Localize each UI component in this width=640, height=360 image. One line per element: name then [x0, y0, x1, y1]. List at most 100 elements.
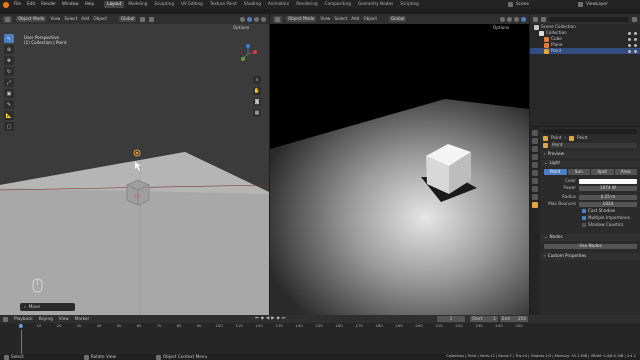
wireframe-shading-icon[interactable]	[240, 16, 245, 22]
wireframe-shading-icon-right[interactable]	[500, 16, 505, 22]
timeline-menu-keying[interactable]: Keying	[39, 316, 53, 321]
snap-icon[interactable]	[140, 16, 146, 22]
scale-tool-icon[interactable]: ⤢	[4, 78, 14, 87]
funnel-icon[interactable]	[632, 16, 637, 22]
proportional-icon[interactable]	[149, 16, 155, 22]
render-camera-icon[interactable]	[634, 31, 637, 35]
render-camera-icon[interactable]	[634, 37, 637, 41]
last-operator-panel[interactable]: › Move	[20, 303, 75, 311]
properties-search-input[interactable]	[543, 128, 637, 134]
workspace-tab-modeling[interactable]: Modeling	[125, 1, 150, 7]
render-camera-icon[interactable]	[634, 43, 637, 47]
material-shading-icon-right[interactable]	[514, 16, 519, 22]
viewport-right-menu-add[interactable]: Add	[351, 16, 359, 21]
viewport-left-menu-select[interactable]: Select	[64, 16, 77, 21]
menu-help[interactable]: Help	[85, 2, 95, 6]
mode-selector-right[interactable]: Object Mode	[286, 15, 317, 23]
editor-type-button-right[interactable]	[273, 15, 282, 23]
light-type-area[interactable]: Area	[614, 169, 637, 175]
rendered-shading-icon-right[interactable]	[521, 16, 526, 22]
workspace-tab-shading[interactable]: Shading	[241, 1, 264, 7]
jump-start-icon[interactable]: ⏮	[255, 315, 259, 320]
workspace-tab-animation[interactable]: Animation	[265, 1, 292, 7]
light-type-spot[interactable]: Spot	[591, 169, 614, 175]
viewport-left-menu-view[interactable]: View	[50, 16, 60, 21]
viewport-left-menu-add[interactable]: Add	[81, 16, 89, 21]
cursor-tool-icon[interactable]: ⊕	[4, 45, 14, 54]
solid-shading-icon[interactable]	[247, 16, 252, 22]
viewport-right-menu-view[interactable]: View	[320, 16, 330, 21]
visibility-eye-icon[interactable]	[628, 31, 631, 35]
camera-view-icon[interactable]: ◙	[253, 98, 261, 106]
scene-tab-icon[interactable]	[532, 162, 538, 168]
object-tab-icon[interactable]	[532, 178, 538, 184]
visibility-eye-icon[interactable]	[628, 49, 631, 53]
max-bounces-field[interactable]: 1024	[579, 201, 637, 207]
annotate-tool-icon[interactable]: ✎	[4, 100, 14, 109]
power-field[interactable]: 1074 W	[579, 185, 637, 191]
end-frame-field[interactable]: End 250	[500, 316, 528, 322]
start-frame-field[interactable]: Start 1	[470, 316, 498, 322]
pan-hand-icon[interactable]: ✋	[253, 87, 261, 95]
timeline-menu-marker[interactable]: Marker	[75, 316, 89, 321]
scene-selector[interactable]: Scene	[508, 2, 529, 7]
output-tab-icon[interactable]	[532, 146, 538, 152]
shadow-caustics-row[interactable]: Shadow Caustics	[541, 222, 640, 228]
zoom-icon[interactable]: ⌕	[253, 76, 261, 84]
viewport-right-options[interactable]: Options	[493, 25, 509, 30]
workspace-tab-geometry-nodes[interactable]: Geometry Nodes	[355, 1, 396, 7]
tool-tab-icon[interactable]	[532, 130, 538, 136]
multiple-importance-checkbox[interactable]	[582, 216, 586, 220]
visibility-eye-icon[interactable]	[628, 43, 631, 47]
cast-shadow-checkbox[interactable]	[582, 209, 586, 213]
workspace-tab-layout[interactable]: Layout	[104, 1, 125, 8]
physics-tab-icon[interactable]	[532, 186, 538, 192]
light-type-point[interactable]: Point	[544, 169, 567, 175]
custom-properties-header[interactable]: › Custom Properties	[541, 253, 640, 260]
move-tool-icon[interactable]: ✥	[4, 56, 14, 65]
rendered-shading-icon[interactable]	[261, 16, 266, 22]
viewport-rendered[interactable]: Object Mode View Select Add Object Global O…	[270, 14, 529, 315]
play-reverse-icon[interactable]: ◀	[266, 315, 269, 320]
viewport-solid[interactable]: Object Mode View Select Add Object Global O…	[0, 14, 269, 315]
timeline-menu-playback[interactable]: Playback	[14, 316, 33, 321]
render-tab-icon[interactable]	[532, 138, 538, 144]
light-datablock-field[interactable]: Point	[550, 143, 637, 148]
viewport-right-menu-select[interactable]: Select	[334, 16, 347, 21]
timeline-editor-icon[interactable]	[3, 316, 8, 322]
cube-wireframe[interactable]	[126, 179, 150, 206]
visibility-eye-icon[interactable]	[628, 37, 631, 41]
outliner-search-input[interactable]	[549, 16, 629, 22]
rotate-tool-icon[interactable]: ↻	[4, 67, 14, 76]
outliner-editor-icon[interactable]	[533, 16, 538, 22]
cast-shadow-row[interactable]: Cast Shadow	[541, 208, 640, 214]
select-tool-icon[interactable]: ↖	[4, 34, 14, 43]
prev-key-icon[interactable]: ◆	[261, 315, 264, 320]
blender-logo-icon[interactable]	[3, 1, 9, 8]
transform-orientation-right[interactable]: Global	[389, 15, 407, 23]
viewport-right-menu-object[interactable]: Object	[363, 16, 377, 21]
workspace-tab-sculpting[interactable]: Sculpting	[151, 1, 177, 7]
frame-ruler[interactable]: 1 10 20 30 40 50 60 70 80 90 100 110 120 130 140 150 160…	[0, 324, 528, 330]
menu-edit[interactable]: Edit	[27, 2, 35, 6]
menu-render[interactable]: Render	[41, 2, 56, 6]
workspace-tab-uv-editing[interactable]: UV Editing	[178, 1, 206, 7]
nodes-panel-header[interactable]: ⌄ Nodes	[541, 234, 640, 241]
ortho-toggle-icon[interactable]: ▦	[253, 109, 261, 117]
light-data-tab-icon[interactable]	[532, 202, 538, 208]
solid-shading-icon-right[interactable]	[507, 16, 512, 22]
light-color-swatch[interactable]	[579, 178, 637, 184]
viewlayer-selector[interactable]: ViewLayer	[578, 2, 608, 7]
light-type-sun[interactable]: Sun	[567, 169, 590, 175]
viewport-options-button[interactable]: Options	[233, 25, 249, 30]
multiple-importance-row[interactable]: Multiple Importance	[541, 215, 640, 221]
playhead-line[interactable]	[21, 330, 22, 354]
workspace-tab-compositing[interactable]: Compositing	[322, 1, 354, 7]
workspace-tab-scripting[interactable]: Scripting	[397, 1, 422, 7]
view-layer-tab-icon[interactable]	[532, 154, 538, 160]
filter-icon[interactable]	[541, 16, 546, 22]
world-tab-icon[interactable]	[532, 170, 538, 176]
shadow-caustics-checkbox[interactable]	[582, 223, 586, 227]
preview-panel-header[interactable]: › Preview	[541, 151, 640, 158]
current-frame-field[interactable]: 1	[437, 316, 465, 322]
